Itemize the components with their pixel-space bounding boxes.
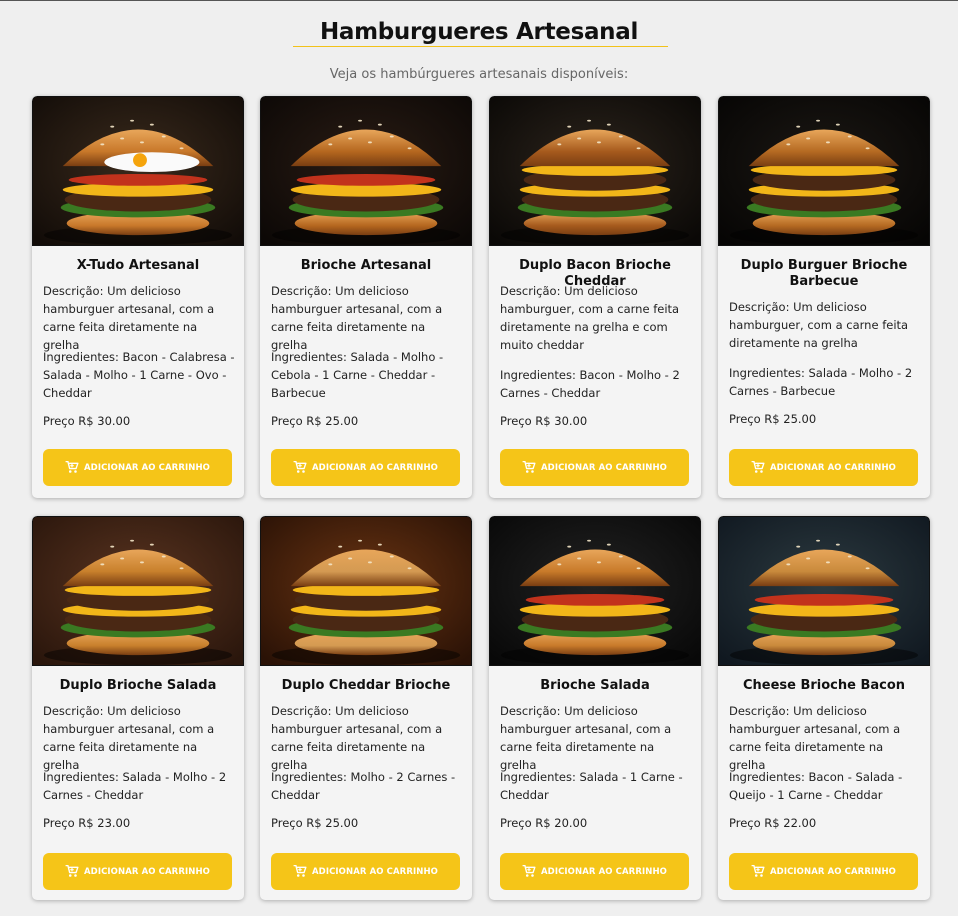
product-ingredients: Ingredientes: Salada - Molho - Cebola - …	[271, 350, 444, 400]
product-name: Cheese Brioche Bacon	[742, 678, 906, 693]
product-description: Descrição: Um delicioso hamburguer artes…	[271, 284, 443, 352]
add-to-cart-button[interactable]: ADICIONAR AO CARRINHO	[729, 449, 918, 486]
product-name: Duplo Burguer Brioche Barbecue	[740, 258, 908, 289]
add-to-cart-label: ADICIONAR AO CARRINHO	[311, 866, 438, 877]
product-description: Descrição: Um delicioso hamburguer artes…	[43, 284, 215, 352]
product-card: Duplo Burguer Brioche Barbecue Descrição…	[718, 96, 930, 498]
product-description: Descrição: Um delicioso hamburguer artes…	[271, 704, 443, 772]
burger-double-cheddar-photo	[260, 516, 472, 666]
burger-salad-photo	[32, 516, 244, 666]
product-ingredients: Ingredientes: Salada - 1 Carne - Cheddar	[500, 770, 683, 802]
add-to-cart-label: ADICIONAR AO CARRINHO	[540, 866, 667, 877]
product-price: Preço R$ 25.00	[271, 414, 359, 428]
product-price: Preço R$ 23.00	[43, 816, 131, 830]
title-underline	[293, 46, 668, 47]
cart-icon	[65, 460, 79, 474]
burger-brioche-photo	[260, 96, 472, 246]
add-to-cart-button[interactable]: ADICIONAR AO CARRINHO	[500, 853, 689, 890]
cart-icon	[751, 460, 765, 474]
burger-barbecue-photo	[718, 96, 930, 246]
burger-egg-photo	[32, 96, 244, 246]
product-ingredients: Ingredientes: Bacon - Molho - 2 Carnes -…	[500, 368, 680, 400]
page-subtitle: Veja os hambúrgueres artesanais disponív…	[329, 67, 629, 82]
product-description: Descrição: Um delicioso hamburguer artes…	[43, 704, 215, 772]
burger-fries-photo	[489, 516, 701, 666]
add-to-cart-button[interactable]: ADICIONAR AO CARRINHO	[43, 449, 232, 486]
product-ingredients: Ingredientes: Salada - Molho - 2 Carnes …	[729, 366, 913, 398]
burger-cheese-bacon-photo	[718, 516, 930, 666]
product-description: Descrição: Um delicioso hamburguer, com …	[729, 300, 909, 350]
cart-icon	[751, 864, 765, 878]
product-card: Brioche Salada Descrição: Um delicioso h…	[489, 516, 701, 900]
product-name: Brioche Artesanal	[300, 258, 432, 273]
product-ingredients: Ingredientes: Molho - 2 Carnes - Cheddar	[271, 770, 456, 802]
product-ingredients: Ingredientes: Salada - Molho - 2 Carnes …	[43, 770, 227, 802]
cart-icon	[293, 460, 307, 474]
add-to-cart-button[interactable]: ADICIONAR AO CARRINHO	[271, 853, 460, 890]
add-to-cart-label: ADICIONAR AO CARRINHO	[83, 866, 210, 877]
product-description: Descrição: Um delicioso hamburguer, com …	[500, 284, 680, 352]
product-name: Brioche Salada	[540, 678, 650, 693]
product-card: Duplo Brioche Salada Descrição: Um delic…	[32, 516, 244, 900]
product-name: Duplo Cheddar Brioche	[281, 678, 451, 693]
product-price: Preço R$ 20.00	[500, 816, 588, 830]
add-to-cart-label: ADICIONAR AO CARRINHO	[311, 462, 438, 473]
product-card: Brioche Artesanal Descrição: Um delicios…	[260, 96, 472, 498]
cart-icon	[522, 864, 536, 878]
product-description: Descrição: Um delicioso hamburguer artes…	[500, 704, 672, 772]
add-to-cart-button[interactable]: ADICIONAR AO CARRINHO	[729, 853, 918, 890]
cart-icon	[65, 864, 79, 878]
add-to-cart-button[interactable]: ADICIONAR AO CARRINHO	[500, 449, 689, 486]
product-name: Duplo Brioche Salada	[59, 678, 217, 693]
product-price: Preço R$ 30.00	[43, 414, 131, 428]
product-price: Preço R$ 25.00	[729, 412, 817, 426]
product-ingredients: Ingredientes: Bacon - Salada - Queijo - …	[729, 770, 903, 802]
add-to-cart-label: ADICIONAR AO CARRINHO	[769, 462, 896, 473]
product-name: X-Tudo Artesanal	[76, 258, 200, 273]
burger-bacon-cheddar-photo	[489, 96, 701, 246]
product-card: X-Tudo Artesanal Descrição: Um delicioso…	[32, 96, 244, 498]
product-price: Preço R$ 22.00	[729, 816, 817, 830]
product-ingredients: Ingredientes: Bacon - Calabresa - Salada…	[43, 350, 235, 400]
product-card: Cheese Brioche Bacon Descrição: Um delic…	[718, 516, 930, 900]
cart-icon	[522, 460, 536, 474]
add-to-cart-label: ADICIONAR AO CARRINHO	[540, 462, 667, 473]
add-to-cart-label: ADICIONAR AO CARRINHO	[769, 866, 896, 877]
add-to-cart-button[interactable]: ADICIONAR AO CARRINHO	[43, 853, 232, 890]
product-card: Duplo Cheddar Brioche Descrição: Um deli…	[260, 516, 472, 900]
product-price: Preço R$ 30.00	[500, 414, 588, 428]
add-to-cart-button[interactable]: ADICIONAR AO CARRINHO	[271, 449, 460, 486]
add-to-cart-label: ADICIONAR AO CARRINHO	[83, 462, 210, 473]
product-card: Duplo Bacon Brioche Cheddar Descrição: U…	[489, 96, 701, 498]
page-title: Hamburgueres Artesanal	[319, 19, 639, 45]
product-description: Descrição: Um delicioso hamburguer artes…	[729, 704, 901, 772]
product-price: Preço R$ 25.00	[271, 816, 359, 830]
cart-icon	[293, 864, 307, 878]
